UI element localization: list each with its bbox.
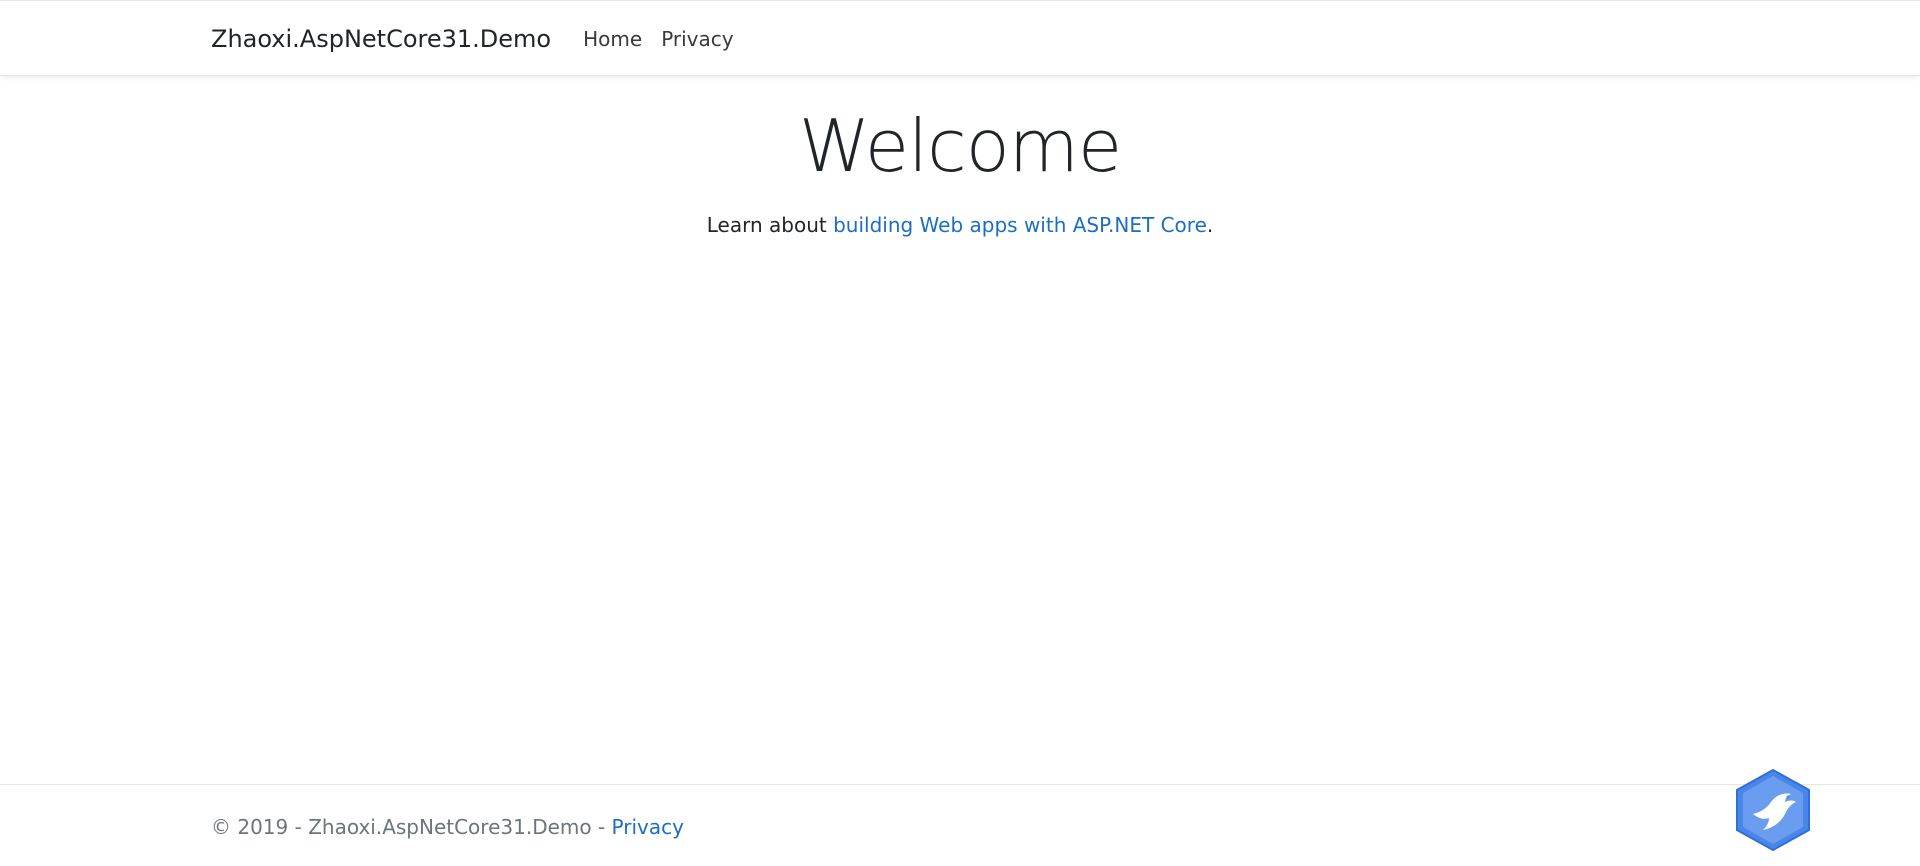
lead-prefix: Learn about xyxy=(706,213,834,237)
lead-suffix: . xyxy=(1206,213,1214,237)
footer-text: © 2019 - Zhaoxi.AspNetCore31.Demo - Priv… xyxy=(211,812,684,842)
nav-links: Home Privacy xyxy=(583,27,752,51)
docs-link[interactable]: building Web apps with ASP.NET Core xyxy=(833,213,1207,237)
footer-privacy-link[interactable]: Privacy xyxy=(612,815,684,839)
footer: © 2019 - Zhaoxi.AspNetCore31.Demo - Priv… xyxy=(0,784,1920,866)
navbar-inner: Zhaoxi.AspNetCore31.Demo Home Privacy xyxy=(211,1,753,76)
lead-paragraph: Learn about building Web apps with ASP.N… xyxy=(0,210,1920,240)
page: Zhaoxi.AspNetCore31.Demo Home Privacy We… xyxy=(0,0,1920,866)
navbar-brand[interactable]: Zhaoxi.AspNetCore31.Demo xyxy=(211,25,551,53)
bird-hexagon-icon xyxy=(1736,768,1810,852)
floating-widget-button[interactable] xyxy=(1733,768,1813,852)
navbar: Zhaoxi.AspNetCore31.Demo Home Privacy xyxy=(0,1,1920,76)
page-title: Welcome xyxy=(798,104,1122,188)
main-content: Welcome Learn about building Web apps wi… xyxy=(0,76,1920,240)
nav-link-privacy[interactable]: Privacy xyxy=(661,27,733,51)
footer-copyright: © 2019 - Zhaoxi.AspNetCore31.Demo - xyxy=(211,815,612,839)
nav-link-home[interactable]: Home xyxy=(583,27,642,51)
